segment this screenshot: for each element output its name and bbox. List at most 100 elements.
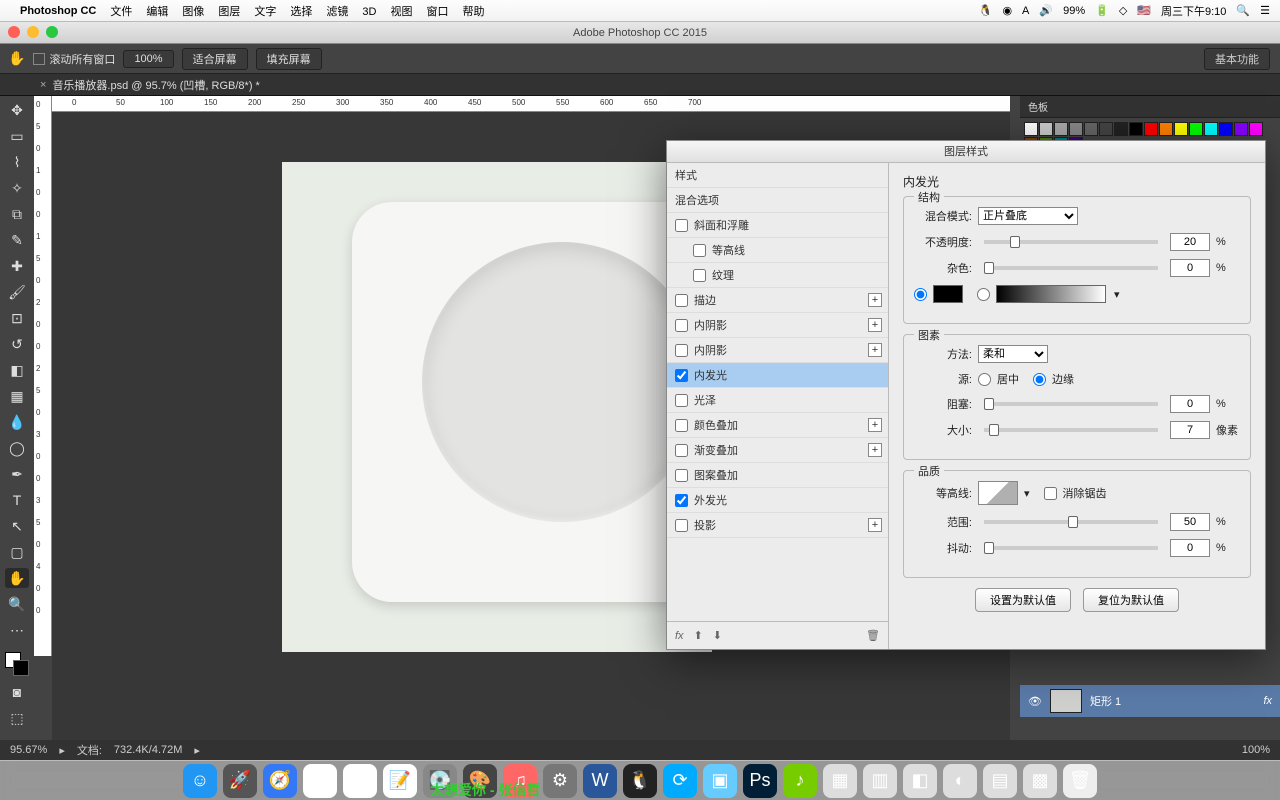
style-item[interactable]: 内阴影+ (667, 313, 888, 338)
jitter-input[interactable] (1170, 539, 1210, 557)
scroll-all-windows[interactable]: 滚动所有窗口 (33, 51, 115, 67)
dock-app[interactable]: 27 (343, 764, 377, 798)
status-zoom[interactable]: 95.67% (10, 744, 47, 756)
brush-tool[interactable]: 🖌 (5, 282, 29, 302)
menu-选择[interactable]: 选择 (290, 6, 312, 18)
dock-app[interactable]: Ps (743, 764, 777, 798)
style-item[interactable]: 渐变叠加+ (667, 438, 888, 463)
add-effect-icon[interactable]: + (868, 518, 882, 532)
range-slider[interactable] (984, 520, 1158, 524)
dock-app[interactable]: ▣ (703, 764, 737, 798)
glow-gradient[interactable] (996, 285, 1106, 303)
menu-编辑[interactable]: 编辑 (146, 6, 168, 18)
dock-app[interactable]: ⊙ (303, 764, 337, 798)
eyedropper-tool[interactable]: ✎ (5, 230, 29, 250)
style-item[interactable]: 颜色叠加+ (667, 413, 888, 438)
hand-tool[interactable]: ✋ (5, 568, 29, 588)
add-effect-icon[interactable]: + (868, 318, 882, 332)
reset-default-button[interactable]: 复位为默认值 (1083, 588, 1179, 612)
fx-label[interactable]: fx (1263, 695, 1272, 707)
tab-close-icon[interactable]: × (40, 79, 46, 91)
swatch[interactable] (1159, 122, 1173, 136)
wifi-icon[interactable]: ◇ (1119, 4, 1127, 17)
layer-thumb[interactable] (1050, 689, 1082, 713)
fit-screen-button[interactable]: 适合屏幕 (182, 48, 248, 70)
adobe-icon[interactable]: A (1022, 5, 1029, 17)
blur-tool[interactable]: 💧 (5, 412, 29, 432)
style-item[interactable]: 斜面和浮雕 (667, 213, 888, 238)
pen-tool[interactable]: ✒ (5, 464, 29, 484)
menu-文件[interactable]: 文件 (110, 6, 132, 18)
menu-图像[interactable]: 图像 (182, 6, 204, 18)
quickmask-tool[interactable]: ◙ (5, 682, 29, 702)
zoom-level-button[interactable]: 100% (123, 50, 173, 68)
dock-app[interactable]: ▩ (1023, 764, 1057, 798)
dock-app[interactable]: 🐧 (623, 764, 657, 798)
color-swatches[interactable] (5, 652, 29, 676)
stamp-tool[interactable]: ⊡ (5, 308, 29, 328)
menu-3D[interactable]: 3D (362, 6, 376, 18)
dock-app[interactable]: 📝 (383, 764, 417, 798)
source-center-radio[interactable] (978, 373, 991, 386)
menu-帮助[interactable]: 帮助 (462, 6, 484, 18)
swatch[interactable] (1174, 122, 1188, 136)
menu-图层[interactable]: 图层 (218, 6, 240, 18)
dock-app[interactable]: ◐ (943, 764, 977, 798)
penguin-icon[interactable]: 🐧 (979, 4, 993, 17)
blend-mode-select[interactable]: 正片叠底 (978, 207, 1078, 225)
dock-app[interactable]: ▤ (983, 764, 1017, 798)
up-icon[interactable]: ⬆ (694, 629, 703, 642)
dock-app[interactable]: ⚙ (543, 764, 577, 798)
swatch[interactable] (1204, 122, 1218, 136)
crop-tool[interactable]: ⧉ (5, 204, 29, 224)
search-icon[interactable]: 🔍 (1236, 4, 1250, 17)
volume-icon[interactable]: 🔊 (1039, 4, 1053, 17)
minimize-button[interactable] (27, 26, 39, 38)
fx-icon[interactable]: fx (675, 630, 684, 642)
dock-app[interactable]: ♪ (783, 764, 817, 798)
magic-wand-tool[interactable]: ✧ (5, 178, 29, 198)
style-item[interactable]: 等高线 (667, 238, 888, 263)
healing-tool[interactable]: ✚ (5, 256, 29, 276)
marquee-tool[interactable]: ▭ (5, 126, 29, 146)
dock-app[interactable]: ⟳ (663, 764, 697, 798)
layer-row[interactable]: 👁 矩形 1 fx (1020, 685, 1280, 717)
style-item[interactable]: 描边+ (667, 288, 888, 313)
jitter-slider[interactable] (984, 546, 1158, 550)
add-effect-icon[interactable]: + (868, 418, 882, 432)
opacity-input[interactable] (1170, 233, 1210, 251)
style-item[interactable]: 图案叠加 (667, 463, 888, 488)
lasso-tool[interactable]: ⌇ (5, 152, 29, 172)
add-effect-icon[interactable]: + (868, 343, 882, 357)
gradient-tool[interactable]: ▦ (5, 386, 29, 406)
range-input[interactable] (1170, 513, 1210, 531)
noise-input[interactable] (1170, 259, 1210, 277)
vertical-ruler[interactable]: 050100150200250300350400 (34, 96, 52, 656)
add-effect-icon[interactable]: + (868, 443, 882, 457)
source-edge-radio[interactable] (1033, 373, 1046, 386)
app-name[interactable]: Photoshop CC (20, 5, 96, 17)
horizontal-ruler[interactable]: 0501001502002503003504004505005506006507… (52, 96, 1010, 112)
zoom-tool[interactable]: 🔍 (5, 594, 29, 614)
contour-picker[interactable] (978, 481, 1018, 505)
color-radio[interactable] (914, 288, 927, 301)
move-tool[interactable]: ✥ (5, 100, 29, 120)
screenmode-tool[interactable]: ⬚ (5, 708, 29, 728)
style-item[interactable]: 纹理 (667, 263, 888, 288)
style-item[interactable]: 光泽 (667, 388, 888, 413)
edit-toolbar[interactable]: ⋯ (5, 620, 29, 640)
swatch[interactable] (1114, 122, 1128, 136)
blend-options-row[interactable]: 混合选项 (667, 188, 888, 213)
gradient-radio[interactable] (977, 288, 990, 301)
swatches-header[interactable]: 色板 (1020, 96, 1280, 118)
swatch[interactable] (1024, 122, 1038, 136)
menu-视图[interactable]: 视图 (390, 6, 412, 18)
noise-slider[interactable] (984, 266, 1158, 270)
dodge-tool[interactable]: ◯ (5, 438, 29, 458)
dock-app[interactable]: ▥ (863, 764, 897, 798)
make-default-button[interactable]: 设置为默认值 (975, 588, 1071, 612)
flag-icon[interactable]: 🇺🇸 (1137, 4, 1151, 17)
style-item[interactable]: 投影+ (667, 513, 888, 538)
swatch[interactable] (1039, 122, 1053, 136)
menu-icon[interactable]: ☰ (1260, 4, 1270, 17)
